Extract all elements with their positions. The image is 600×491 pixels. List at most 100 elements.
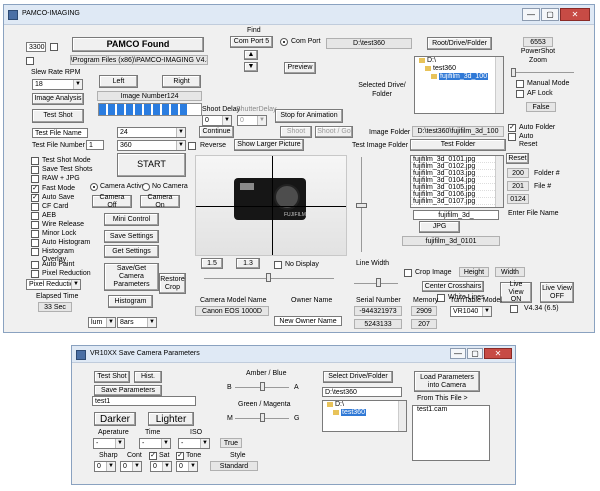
sat-checkbox[interactable]: ✓ — [149, 452, 157, 460]
load-parameters-button[interactable]: Load Parameters into Camera — [414, 371, 480, 392]
tree-item-selected[interactable]: fujifilm_3d_100 — [415, 73, 503, 81]
file-list-item[interactable]: fujifilm_3d_0101.jpg — [411, 156, 503, 163]
preview-button[interactable]: Preview — [284, 62, 316, 74]
dialog-maximize-button[interactable]: ▢ — [467, 348, 483, 359]
option-checkbox[interactable] — [31, 270, 39, 278]
aperture-select[interactable]: - ▼ — [93, 438, 125, 449]
option-checkbox[interactable] — [31, 248, 39, 256]
time-select[interactable]: - ▼ — [139, 438, 171, 449]
file-list-item[interactable]: fujifilm_3d_0104.jpg — [411, 177, 503, 184]
dialog-tree-scrollbar[interactable] — [398, 401, 406, 431]
com-port-button[interactable]: Com Port 5 — [230, 36, 273, 48]
lighter-button[interactable]: Lighter — [148, 412, 194, 426]
option-checkbox[interactable]: ✓ — [31, 194, 39, 202]
file-list-item[interactable]: fujifilm_3d_0105.jpg — [411, 184, 503, 191]
sat-select[interactable]: 0 ▼ — [150, 461, 172, 472]
horizontal-slider-thumb[interactable] — [266, 273, 271, 282]
continue-button[interactable]: Continue — [199, 126, 234, 138]
main-titlebar[interactable]: PAMCO-IMAGING — ▢ ✕ — [4, 5, 594, 25]
com-port-radio[interactable] — [280, 38, 288, 46]
test-shot-button[interactable]: Test Shot — [32, 109, 84, 123]
test-file-name-select[interactable]: 24 ▼ — [117, 127, 186, 138]
parameter-file-list[interactable]: test1.cam — [412, 405, 490, 461]
center-crosshairs-button[interactable]: Center Crosshairs — [422, 281, 484, 292]
test-file-name-field[interactable]: Test File Name — [32, 128, 88, 138]
tone-checkbox[interactable]: ✓ — [176, 452, 184, 460]
darker-button[interactable]: Darker — [94, 412, 136, 426]
crop-image-checkbox[interactable] — [404, 269, 412, 277]
option-checkbox[interactable] — [31, 175, 39, 183]
mini-control-button[interactable]: Mini Control — [104, 213, 159, 226]
file-list-scrollbar[interactable] — [495, 156, 503, 207]
up-arrow-button[interactable]: ▲ — [244, 50, 258, 60]
dialog-titlebar[interactable]: VR10XX Save Camera Parameters — ▢ ✕ — [72, 346, 515, 363]
dialog-minimize-button[interactable]: — — [450, 348, 466, 359]
tree-item[interactable]: D:\ — [323, 401, 406, 409]
owner-name-field[interactable]: New Owner Name — [274, 316, 342, 326]
auto-folder-checkbox[interactable]: ✓ — [508, 124, 516, 132]
file-list-item[interactable]: fujifilm_3d_0107.jpg — [411, 198, 503, 205]
folder-tree[interactable]: D:\ test360 fujifilm_3d_100 — [414, 56, 504, 114]
camera-off-button[interactable]: Camera Off — [92, 194, 132, 209]
option-checkbox[interactable] — [31, 157, 39, 165]
shoot-delay-select[interactable]: 0 ▼ — [202, 115, 232, 126]
id-checkbox[interactable] — [50, 43, 58, 51]
line-width-slider-thumb[interactable] — [356, 203, 367, 208]
manual-mode-checkbox[interactable] — [516, 80, 524, 88]
lum-select[interactable]: lum ▼ — [88, 317, 116, 328]
test-folder-button[interactable]: Test Folder — [410, 139, 506, 151]
dialog-test-shot-button[interactable]: Test Shot — [94, 371, 130, 383]
pixel-reduction-select[interactable]: Pixel Reduction ▼ — [26, 279, 81, 290]
option-checkbox[interactable] — [31, 239, 39, 247]
live-view-on-button[interactable]: Live View ON — [500, 281, 532, 303]
iso-select[interactable]: - ▼ — [178, 438, 210, 449]
amber-blue-slider-thumb[interactable] — [260, 382, 265, 391]
file-list-item[interactable]: fujifilm_3d_0106.jpg — [411, 191, 503, 198]
option-checkbox[interactable] — [31, 230, 39, 238]
live-view-off-button[interactable]: Live View OFF — [540, 282, 574, 303]
rotation-select[interactable]: 360 ▼ — [117, 140, 186, 151]
no-camera-radio[interactable] — [142, 183, 150, 191]
tree-item[interactable]: D:\ — [415, 57, 503, 65]
auto-reset-checkbox[interactable] — [508, 133, 516, 141]
dialog-close-button[interactable]: ✕ — [484, 348, 512, 359]
zoom-1-5-button[interactable]: 1.5 — [201, 258, 223, 269]
root-drive-folder-button[interactable]: Root/Drive/Folder — [427, 37, 492, 50]
slew-rate-select[interactable]: 18 ▼ — [32, 79, 83, 90]
shutter-delay-select[interactable]: 0 ▼ — [237, 115, 267, 126]
bars-select[interactable]: 8ars ▼ — [117, 317, 157, 328]
file-list-item[interactable]: fujifilm_3d_0103.jpg — [411, 170, 503, 177]
get-settings-button[interactable]: Get Settings — [104, 245, 159, 258]
tree-scrollbar[interactable] — [495, 57, 503, 113]
file-list-item[interactable]: fujifilm_3d_0102.jpg — [411, 163, 503, 170]
jpg-button[interactable]: JPG — [419, 221, 460, 233]
save-get-camera-parameters-button[interactable]: Save/Get Camera Parameters — [104, 263, 159, 291]
stop-for-animation-button[interactable]: Stop for Animation — [275, 109, 343, 123]
sharp-select[interactable]: 0 ▼ — [94, 461, 116, 472]
turntable-model-select[interactable]: VR1040 ▼ — [450, 306, 492, 317]
dialog-folder-tree[interactable]: D:\ test360 — [322, 400, 407, 432]
parameter-name-field[interactable]: test1 — [92, 396, 196, 406]
file-list[interactable]: fujifilm_3d_0101.jpg fujifilm_3d_0102.jpg… — [410, 155, 504, 208]
option-checkbox[interactable] — [31, 212, 39, 220]
select-drive-folder-button[interactable]: Select Drive/Folder — [323, 371, 393, 383]
start-button[interactable]: START — [117, 153, 186, 177]
histogram-button[interactable]: Histogram — [108, 295, 153, 308]
zoom-slider-thumb[interactable] — [511, 68, 516, 77]
test-file-number-field[interactable]: 1 — [86, 140, 104, 150]
option-checkbox[interactable] — [31, 221, 39, 229]
option-checkbox[interactable] — [31, 166, 39, 174]
tree-item[interactable]: test360 — [415, 65, 503, 73]
shoot-go-button[interactable]: Shoot / Go — [315, 126, 353, 138]
zoom-1-3-button[interactable]: 1.3 — [236, 258, 260, 269]
restore-crop-button[interactable]: Restore Crop — [159, 273, 186, 294]
af-lock-checkbox[interactable] — [516, 90, 524, 98]
green-magenta-slider-thumb[interactable] — [260, 413, 265, 422]
enter-file-name-field[interactable]: fujifilm_3d_ — [413, 210, 499, 220]
minimize-button[interactable]: — — [522, 8, 540, 21]
line-width-hslider-thumb[interactable] — [376, 278, 381, 287]
dialog-path-field[interactable]: D:\test360 — [322, 387, 402, 397]
camera-on-button[interactable]: Camera On — [140, 194, 180, 209]
left-button[interactable]: Left — [99, 75, 138, 88]
no-display-checkbox[interactable] — [274, 261, 282, 269]
